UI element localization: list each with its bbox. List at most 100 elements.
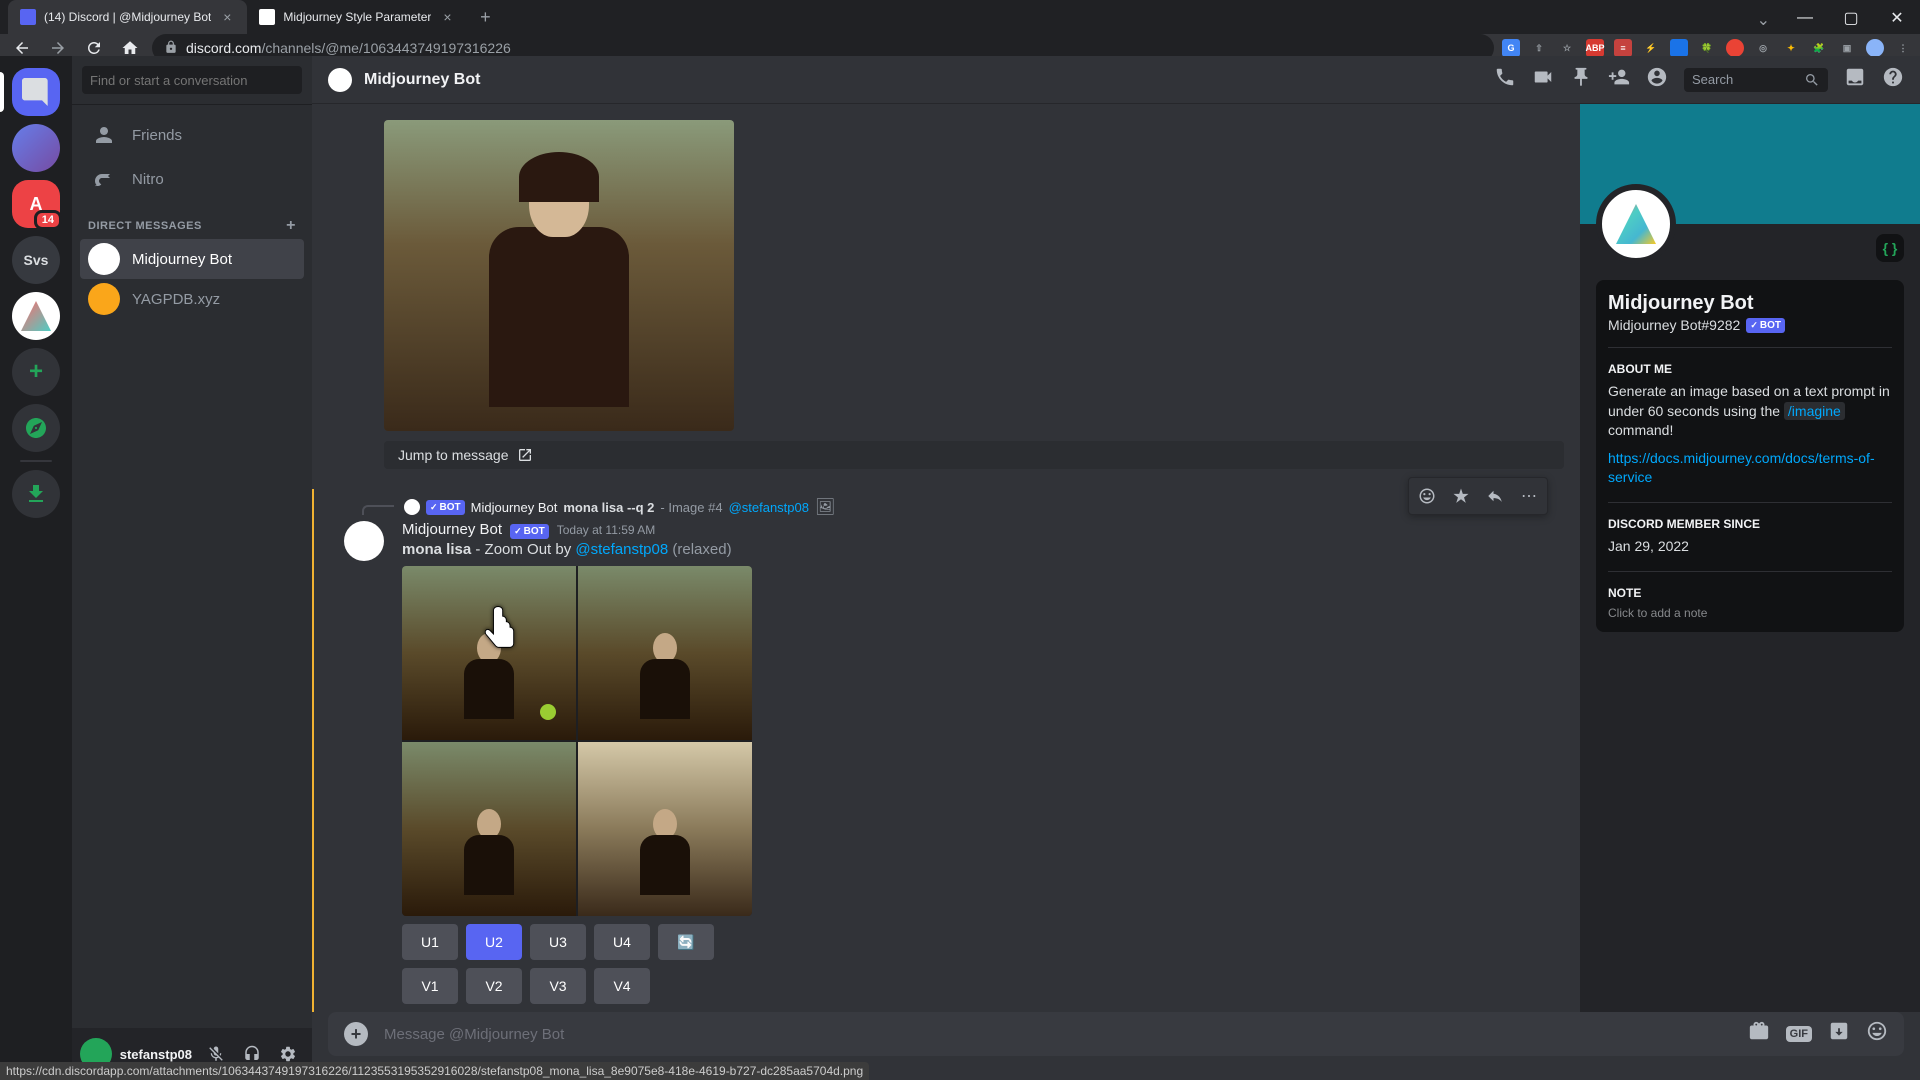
dm-midjourney-bot[interactable]: Midjourney Bot	[80, 239, 304, 279]
close-window-button[interactable]: ✕	[1874, 0, 1920, 36]
sticker-button[interactable]	[1828, 1020, 1850, 1048]
user-profile-button[interactable]	[1646, 66, 1668, 93]
chat-header: Midjourney Bot Search	[312, 56, 1920, 104]
reply-button[interactable]	[1479, 480, 1511, 512]
jump-to-message-button[interactable]: Jump to message	[384, 441, 1564, 469]
chat-title[interactable]: Midjourney Bot	[364, 71, 1482, 89]
voice-call-button[interactable]	[1494, 66, 1516, 93]
sidepanel-icon[interactable]: ▣	[1838, 39, 1856, 57]
bot-tag: ✓BOT	[426, 500, 465, 515]
bot-tag: ✓BOT	[510, 524, 549, 539]
add-reaction-button[interactable]	[1411, 480, 1443, 512]
video-call-button[interactable]	[1532, 66, 1554, 93]
profile-avatar[interactable]	[1596, 184, 1676, 264]
profile-avatar-icon[interactable]	[1866, 39, 1884, 57]
ext-icon[interactable]: ◎	[1754, 39, 1772, 57]
bookmark-icon[interactable]: ☆	[1558, 39, 1576, 57]
search-input[interactable]: Search	[1684, 68, 1828, 92]
about-me-heading: ABOUT ME	[1608, 362, 1892, 376]
attach-button[interactable]: +	[344, 1022, 368, 1046]
friends-icon	[88, 119, 120, 151]
server-label: Svs	[24, 252, 49, 268]
message-timestamp: Today at 11:59 AM	[557, 523, 656, 537]
download-apps-button[interactable]	[12, 470, 60, 518]
browser-tab-discord[interactable]: (14) Discord | @Midjourney Bot ×	[8, 0, 247, 34]
ext-icon[interactable]: 🍀	[1698, 39, 1716, 57]
profile-panel: { } Midjourney Bot Midjourney Bot#9282 ✓…	[1580, 104, 1920, 1012]
help-button[interactable]	[1882, 66, 1904, 93]
server-svs-button[interactable]: Svs	[12, 236, 60, 284]
ext-icon[interactable]	[1670, 39, 1688, 57]
pinned-messages-button[interactable]	[1570, 66, 1592, 93]
v1-button[interactable]: V1	[402, 968, 458, 1004]
message-author[interactable]: Midjourney Bot	[402, 521, 502, 538]
create-dm-button[interactable]: +	[286, 217, 296, 235]
close-icon[interactable]: ×	[439, 9, 455, 25]
username[interactable]: stefanstp08	[120, 1047, 192, 1062]
more-actions-button[interactable]: ⋯	[1513, 480, 1545, 512]
profile-badges-button[interactable]: { }	[1876, 234, 1904, 262]
reply-prompt: mona lisa --q 2	[563, 500, 654, 515]
super-reaction-button[interactable]	[1445, 480, 1477, 512]
minimize-button[interactable]: —	[1782, 0, 1828, 36]
note-input[interactable]: Click to add a note	[1608, 606, 1892, 620]
u3-button[interactable]: U3	[530, 924, 586, 960]
server-avatar-button[interactable]	[12, 124, 60, 172]
ext-icon[interactable]: ✦	[1782, 39, 1800, 57]
nitro-button[interactable]: Nitro	[80, 157, 304, 201]
browser-tab-midjourney[interactable]: Midjourney Style Parameter ×	[247, 0, 467, 34]
note-heading: NOTE	[1608, 586, 1892, 600]
server-red-button[interactable]: A 14	[12, 180, 60, 228]
friends-button[interactable]: Friends	[80, 113, 304, 157]
generated-image-large[interactable]	[384, 120, 734, 431]
v2-button[interactable]: V2	[466, 968, 522, 1004]
ext-icon[interactable]: ⚡	[1642, 39, 1660, 57]
user-mention[interactable]: @stefanstp08	[575, 541, 668, 558]
grid-image-1[interactable]	[402, 566, 576, 740]
direct-messages-button[interactable]	[12, 68, 60, 116]
add-server-button[interactable]: +	[12, 348, 60, 396]
tab-title: Midjourney Style Parameter	[283, 10, 431, 24]
dm-yagpdb[interactable]: YAGPDB.xyz	[80, 279, 304, 319]
menu-icon[interactable]: ⋮	[1894, 39, 1912, 57]
messages-container[interactable]: Jump to message ⋯ ✓BOT Mid	[312, 104, 1580, 1012]
explore-servers-button[interactable]	[12, 404, 60, 452]
grid-image-3[interactable]	[402, 742, 576, 916]
find-conversation-input[interactable]	[82, 66, 302, 94]
gif-button[interactable]: GIF	[1786, 1026, 1812, 1042]
message-input[interactable]: + Message @Midjourney Bot GIF	[328, 1012, 1904, 1056]
inbox-button[interactable]	[1844, 66, 1866, 93]
close-icon[interactable]: ×	[219, 9, 235, 25]
server-midjourney-button[interactable]	[12, 292, 60, 340]
tos-link[interactable]: https://docs.midjourney.com/docs/terms-o…	[1608, 450, 1875, 486]
chevron-down-icon[interactable]: ⌄	[1757, 10, 1770, 30]
v4-button[interactable]: V4	[594, 968, 650, 1004]
grid-image-4[interactable]	[578, 742, 752, 916]
maximize-button[interactable]: ▢	[1828, 0, 1874, 36]
server-divider	[20, 460, 52, 462]
reroll-button[interactable]: 🔄	[658, 924, 714, 960]
reply-mention: @stefanstp08	[729, 500, 809, 515]
u1-button[interactable]: U1	[402, 924, 458, 960]
extensions-icon[interactable]: 🧩	[1810, 39, 1828, 57]
image-grid-result[interactable]	[402, 566, 752, 916]
profile-display-name: Midjourney Bot	[1608, 292, 1892, 315]
browser-chrome: (14) Discord | @Midjourney Bot × Midjour…	[0, 0, 1920, 56]
add-friends-button[interactable]	[1608, 66, 1630, 93]
google-icon[interactable]: G	[1502, 39, 1520, 57]
u4-button[interactable]: U4	[594, 924, 650, 960]
ext-icon[interactable]	[1726, 39, 1744, 57]
message-avatar[interactable]	[344, 521, 384, 561]
gift-button[interactable]	[1748, 1020, 1770, 1048]
emoji-button[interactable]	[1866, 1020, 1888, 1048]
bot-tag: ✓BOT	[1746, 318, 1785, 333]
reply-reference[interactable]: ✓BOT Midjourney Bot mona lisa --q 2 - Im…	[362, 497, 1548, 517]
share-icon[interactable]: ⇧	[1530, 39, 1548, 57]
new-tab-button[interactable]: +	[471, 3, 499, 31]
imagine-command: /imagine	[1784, 402, 1845, 420]
u2-button[interactable]: U2	[466, 924, 522, 960]
v3-button[interactable]: V3	[530, 968, 586, 1004]
grid-image-2[interactable]	[578, 566, 752, 740]
abp-icon[interactable]: ABP	[1586, 39, 1604, 57]
ext-icon[interactable]: ≡	[1614, 39, 1632, 57]
